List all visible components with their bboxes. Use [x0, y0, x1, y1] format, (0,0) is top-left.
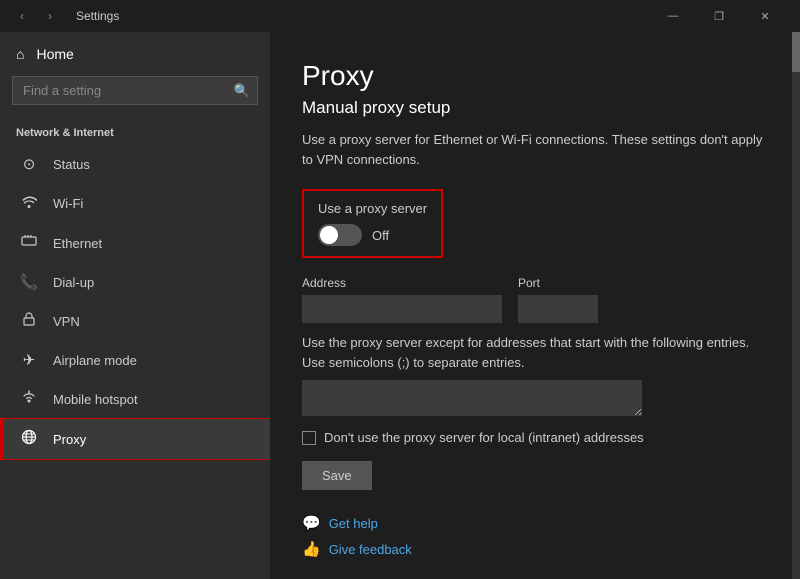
feedback-link[interactable]: Give feedback	[329, 542, 412, 557]
sidebar-item-label: Wi-Fi	[53, 196, 83, 211]
toggle-section: Use a proxy server Off	[302, 189, 443, 258]
sidebar-item-label: Mobile hotspot	[53, 392, 138, 407]
titlebar-controls: — ❐ ✕	[650, 0, 788, 32]
search-icon: 🔍	[234, 83, 250, 99]
sidebar-item-label: Airplane mode	[53, 353, 137, 368]
toggle-row: Off	[318, 224, 427, 246]
address-field-group: Address	[302, 276, 502, 323]
hotspot-icon	[19, 389, 39, 409]
local-addresses-checkbox[interactable]	[302, 431, 316, 445]
app-body: ⌂ Home 🔍 Network & Internet ⊙ Status Wi-…	[0, 32, 800, 579]
sidebar-item-airplane[interactable]: ✈ Airplane mode	[0, 341, 270, 379]
sidebar-item-label: VPN	[53, 314, 80, 329]
maximize-button[interactable]: ❐	[696, 0, 742, 32]
sidebar-item-label: Proxy	[53, 432, 86, 447]
help-icon: 💬	[302, 514, 321, 532]
sidebar-item-ethernet[interactable]: Ethernet	[0, 223, 270, 263]
section-title: Manual proxy setup	[302, 98, 768, 118]
description-text: Use a proxy server for Ethernet or Wi-Fi…	[302, 130, 768, 169]
vpn-icon	[19, 311, 39, 331]
minimize-button[interactable]: —	[650, 0, 696, 32]
port-label: Port	[518, 276, 598, 290]
sidebar-section-label: Network & Internet	[0, 117, 270, 145]
wifi-icon	[19, 193, 39, 213]
scrollbar-thumb[interactable]	[792, 32, 800, 72]
airplane-icon: ✈	[19, 351, 39, 369]
address-port-row: Address Port	[302, 276, 768, 323]
sidebar-item-dialup[interactable]: 📞 Dial-up	[0, 263, 270, 301]
save-button[interactable]: Save	[302, 461, 372, 490]
back-button[interactable]: ‹	[12, 6, 32, 26]
sidebar-home-label: Home	[36, 46, 73, 62]
dialup-icon: 📞	[19, 273, 39, 291]
address-input[interactable]	[302, 295, 502, 323]
sidebar-search-container: 🔍	[12, 76, 258, 105]
exceptions-input[interactable]	[302, 380, 642, 416]
sidebar-item-hotspot[interactable]: Mobile hotspot	[0, 379, 270, 419]
checkbox-row: Don't use the proxy server for local (in…	[302, 430, 768, 445]
ethernet-icon	[19, 233, 39, 253]
home-icon: ⌂	[16, 46, 24, 62]
sidebar-item-home[interactable]: ⌂ Home	[0, 32, 270, 76]
sidebar-item-vpn[interactable]: VPN	[0, 301, 270, 341]
port-input[interactable]	[518, 295, 598, 323]
checkbox-label: Don't use the proxy server for local (in…	[324, 430, 644, 445]
sidebar-item-wifi[interactable]: Wi-Fi	[0, 183, 270, 223]
help-link[interactable]: Get help	[329, 516, 378, 531]
search-input[interactable]	[12, 76, 258, 105]
exceptions-description: Use the proxy server except for addresse…	[302, 333, 768, 372]
sidebar-item-label: Status	[53, 157, 90, 172]
toggle-section-label: Use a proxy server	[318, 201, 427, 216]
status-icon: ⊙	[19, 155, 39, 173]
close-button[interactable]: ✕	[742, 0, 788, 32]
forward-button[interactable]: ›	[40, 6, 60, 26]
toggle-state-label: Off	[372, 228, 389, 243]
proxy-icon	[19, 429, 39, 449]
sidebar: ⌂ Home 🔍 Network & Internet ⊙ Status Wi-…	[0, 32, 270, 579]
sidebar-item-status[interactable]: ⊙ Status	[0, 145, 270, 183]
sidebar-item-proxy[interactable]: Proxy	[0, 419, 270, 459]
sidebar-item-label: Dial-up	[53, 275, 94, 290]
address-label: Address	[302, 276, 502, 290]
port-field-group: Port	[518, 276, 598, 323]
help-link-row: 💬 Get help	[302, 514, 768, 532]
titlebar: ‹ › Settings — ❐ ✕	[0, 0, 800, 32]
feedback-icon: 👍	[302, 540, 321, 558]
titlebar-left: ‹ › Settings	[12, 6, 119, 26]
proxy-toggle[interactable]	[318, 224, 362, 246]
titlebar-title: Settings	[76, 9, 119, 23]
scrollbar[interactable]	[792, 32, 800, 579]
main-content: Proxy Manual proxy setup Use a proxy ser…	[270, 32, 800, 579]
page-title: Proxy	[302, 60, 768, 92]
sidebar-item-label: Ethernet	[53, 236, 102, 251]
feedback-link-row: 👍 Give feedback	[302, 540, 768, 558]
